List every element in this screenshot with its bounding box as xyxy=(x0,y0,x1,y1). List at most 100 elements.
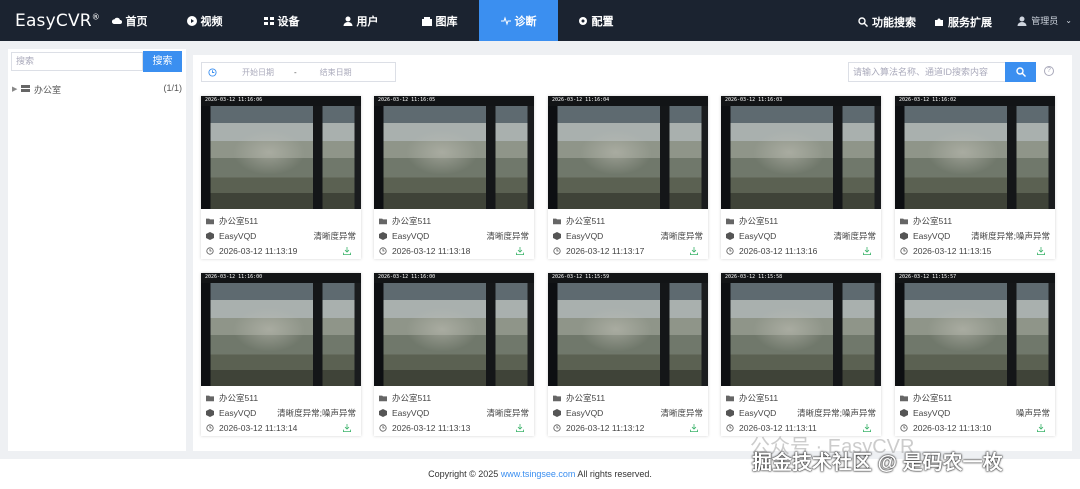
diagnosis-result: 清晰度异常 xyxy=(833,231,876,241)
diagnose-icon xyxy=(500,15,511,26)
channel-row: 办公室511 xyxy=(553,392,703,404)
snapshot-image[interactable]: 2026-03-12 11:16:05 xyxy=(374,96,534,209)
result-card[interactable]: 2026-03-12 11:16:06 办公室511 EasyVQD 清晰度异常 202… xyxy=(201,96,361,259)
footer-link[interactable]: www.tsingsee.com xyxy=(501,469,576,479)
nav-config[interactable]: 配置 xyxy=(558,0,633,41)
result-card[interactable]: 2026-03-12 11:15:57 办公室511 EasyVQD 噪声异常 2026… xyxy=(895,273,1055,436)
time-row: 2026-03-12 11:13:13 xyxy=(379,422,529,434)
diagnosis-time: 2026-03-12 11:13:16 xyxy=(739,246,818,256)
nav-video[interactable]: 视频 xyxy=(167,0,242,41)
tree-search-button[interactable]: 搜索 xyxy=(143,51,182,72)
nav-gallery[interactable]: 图库 xyxy=(400,0,479,41)
folder-icon xyxy=(726,395,734,402)
folder-icon xyxy=(553,218,561,225)
algorithm-name: EasyVQD xyxy=(566,231,604,241)
nav-users[interactable]: 用户 xyxy=(321,0,400,41)
nav-devices-label: 设备 xyxy=(277,15,300,28)
nav-config-label: 配置 xyxy=(591,15,614,28)
folder-icon xyxy=(379,218,387,225)
nav-diagnose[interactable]: 诊断 xyxy=(479,0,558,41)
snapshot-image[interactable]: 2026-03-12 11:16:00 xyxy=(374,273,534,386)
diagnosis-time: 2026-03-12 11:13:14 xyxy=(219,423,298,433)
help-icon[interactable]: ? xyxy=(1044,66,1054,76)
snapshot-image[interactable]: 2026-03-12 11:15:59 xyxy=(548,273,708,386)
clock-icon xyxy=(206,247,214,255)
clock-icon xyxy=(726,424,734,432)
algorithm-row: EasyVQD 清晰度异常 xyxy=(379,407,529,419)
snapshot-image[interactable]: 2026-03-12 11:15:57 xyxy=(895,273,1055,386)
diagnosis-result: 清晰度异常 xyxy=(486,231,529,241)
diagnosis-result: 清晰度异常;噪声异常 xyxy=(971,231,1050,241)
channel-name: 办公室511 xyxy=(566,216,606,226)
download-icon[interactable] xyxy=(1037,247,1045,255)
channel-row: 办公室511 xyxy=(553,215,703,227)
download-icon[interactable] xyxy=(1037,424,1045,432)
snapshot-image[interactable]: 2026-03-12 11:15:58 xyxy=(721,273,881,386)
nav-users-label: 用户 xyxy=(356,15,379,28)
gallery-icon xyxy=(421,16,432,26)
service-extension-button[interactable]: 服务扩展 xyxy=(934,14,992,30)
keyword-search-input[interactable]: 请输入算法名称、通道ID搜索内容 xyxy=(848,62,1007,82)
tree-search-input[interactable]: 搜索 xyxy=(11,52,143,71)
download-icon[interactable] xyxy=(516,424,524,432)
nav-devices[interactable]: 设备 xyxy=(242,0,321,41)
diagnosis-time: 2026-03-12 11:13:17 xyxy=(566,246,645,256)
snapshot-image[interactable]: 2026-03-12 11:16:04 xyxy=(548,96,708,209)
channel-name: 办公室511 xyxy=(739,216,779,226)
result-card[interactable]: 2026-03-12 11:16:05 办公室511 EasyVQD 清晰度异常 202… xyxy=(374,96,534,259)
diagnosis-result: 清晰度异常 xyxy=(486,408,529,418)
snapshot-timestamp: 2026-03-12 11:15:57 xyxy=(899,274,957,280)
result-card[interactable]: 2026-03-12 11:15:59 办公室511 EasyVQD 清晰度异常 202… xyxy=(548,273,708,436)
snapshot-image[interactable]: 2026-03-12 11:16:02 xyxy=(895,96,1055,209)
download-icon[interactable] xyxy=(690,424,698,432)
nav-home-label: 首页 xyxy=(125,15,148,28)
user-menu[interactable]: 管理员 ⌄ xyxy=(1017,14,1072,27)
download-icon[interactable] xyxy=(516,247,524,255)
clock-icon xyxy=(206,424,214,432)
result-card[interactable]: 2026-03-12 11:16:04 办公室511 EasyVQD 清晰度异常 202… xyxy=(548,96,708,259)
diagnosis-result: 清晰度异常;噪声异常 xyxy=(797,408,876,418)
diagnosis-time: 2026-03-12 11:13:19 xyxy=(219,246,298,256)
user-icon xyxy=(343,16,352,26)
download-icon[interactable] xyxy=(863,247,871,255)
snapshot-image[interactable]: 2026-03-12 11:16:03 xyxy=(721,96,881,209)
start-date-input[interactable]: 开始日期 xyxy=(242,67,274,78)
watermark-juejin: 掘金技术社区 @ 是码农一枚 xyxy=(752,452,1003,474)
nav-home[interactable]: 首页 xyxy=(92,0,167,41)
clock-icon xyxy=(379,424,387,432)
channel-row: 办公室511 xyxy=(206,392,356,404)
algorithm-name: EasyVQD xyxy=(913,231,951,241)
download-icon[interactable] xyxy=(343,424,351,432)
algorithm-name: EasyVQD xyxy=(392,231,430,241)
folder-icon xyxy=(726,218,734,225)
nav-video-label: 视频 xyxy=(200,15,223,28)
result-card[interactable]: 2026-03-12 11:15:58 办公室511 EasyVQD 清晰度异常;噪声… xyxy=(721,273,881,436)
gear-icon xyxy=(578,16,587,25)
clock-icon xyxy=(900,247,908,255)
result-card[interactable]: 2026-03-12 11:16:00 办公室511 EasyVQD 清晰度异常;噪声… xyxy=(201,273,361,436)
snapshot-image[interactable]: 2026-03-12 11:16:00 xyxy=(201,273,361,386)
channel-row: 办公室511 xyxy=(726,215,876,227)
diagnosis-time: 2026-03-12 11:13:15 xyxy=(913,246,992,256)
download-icon[interactable] xyxy=(690,247,698,255)
diagnosis-result: 清晰度异常 xyxy=(660,231,703,241)
snapshot-timestamp: 2026-03-12 11:16:00 xyxy=(205,274,263,280)
date-range-picker[interactable]: 开始日期 - 结束日期 xyxy=(201,62,396,82)
channel-name: 办公室511 xyxy=(219,393,259,403)
tree-node-office[interactable]: ▶ 办公室 (1/1) xyxy=(12,83,182,95)
result-card[interactable]: 2026-03-12 11:16:00 办公室511 EasyVQD 清晰度异常 202… xyxy=(374,273,534,436)
search-icon xyxy=(1015,67,1026,77)
caret-right-icon[interactable]: ▶ xyxy=(12,85,21,93)
service-extension-label: 服务扩展 xyxy=(948,17,992,29)
result-card[interactable]: 2026-03-12 11:16:02 办公室511 EasyVQD 清晰度异常;噪声… xyxy=(895,96,1055,259)
function-search-button[interactable]: 功能搜索 xyxy=(858,14,916,30)
end-date-input[interactable]: 结束日期 xyxy=(320,67,352,78)
app-logo[interactable]: EasyCVR® xyxy=(0,11,100,31)
snapshot-image[interactable]: 2026-03-12 11:16:06 xyxy=(201,96,361,209)
channel-row: 办公室511 xyxy=(379,215,529,227)
download-icon[interactable] xyxy=(343,247,351,255)
diagnosis-result: 噪声异常 xyxy=(1015,408,1050,418)
keyword-search-button[interactable] xyxy=(1005,62,1036,82)
result-card[interactable]: 2026-03-12 11:16:03 办公室511 EasyVQD 清晰度异常 202… xyxy=(721,96,881,259)
algorithm-row: EasyVQD 清晰度异常 xyxy=(553,407,703,419)
